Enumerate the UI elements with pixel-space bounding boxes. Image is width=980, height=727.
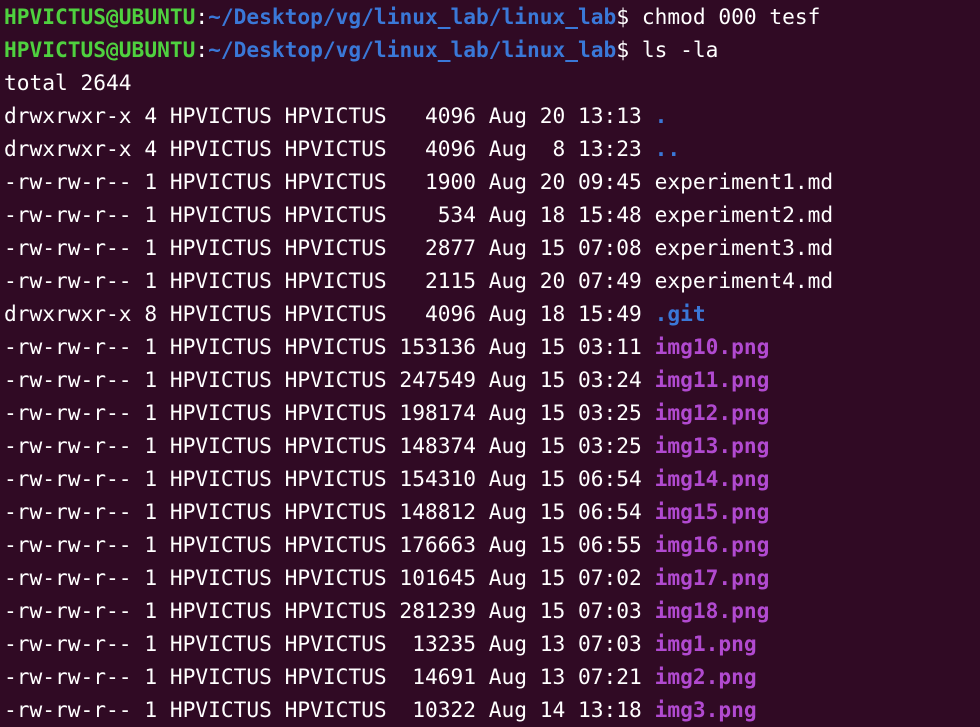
- terminal-window[interactable]: HPVICTUS@UBUNTU:~/Desktop/vg/linux_lab/l…: [0, 0, 980, 727]
- prompt-line: HPVICTUS@UBUNTU:~/Desktop/vg/linux_lab/l…: [4, 33, 980, 66]
- file-name: img15.png: [654, 499, 770, 524]
- prompt-path: ~/Desktop/vg/linux_lab/linux_lab: [208, 37, 617, 62]
- file-name: img16.png: [654, 532, 770, 557]
- prompt-user-host: HPVICTUS@UBUNTU: [4, 4, 196, 29]
- file-listing: drwxrwxr-x 4 HPVICTUS HPVICTUS 4096 Aug …: [4, 99, 980, 726]
- file-entry-row: -rw-rw-r-- 1 HPVICTUS HPVICTUS 153136 Au…: [4, 330, 980, 363]
- file-entry-row: drwxrwxr-x 4 HPVICTUS HPVICTUS 4096 Aug …: [4, 132, 980, 165]
- file-entry-row: -rw-rw-r-- 1 HPVICTUS HPVICTUS 1900 Aug …: [4, 165, 980, 198]
- file-name: img3.png: [654, 697, 757, 722]
- file-entry-row: -rw-rw-r-- 1 HPVICTUS HPVICTUS 148812 Au…: [4, 495, 980, 528]
- file-name: experiment4.md: [654, 268, 834, 293]
- file-metadata: -rw-rw-r-- 1 HPVICTUS HPVICTUS 14691 Aug…: [4, 664, 655, 689]
- file-entry-row: -rw-rw-r-- 1 HPVICTUS HPVICTUS 534 Aug 1…: [4, 198, 980, 231]
- file-name: img13.png: [654, 433, 770, 458]
- file-name: img11.png: [654, 367, 770, 392]
- file-metadata: -rw-rw-r-- 1 HPVICTUS HPVICTUS 2115 Aug …: [4, 268, 655, 293]
- file-name: .: [654, 103, 668, 128]
- prompt-colon: :: [195, 37, 209, 62]
- file-metadata: -rw-rw-r-- 1 HPVICTUS HPVICTUS 153136 Au…: [4, 334, 655, 359]
- file-name: .git: [654, 301, 706, 326]
- file-metadata: drwxrwxr-x 4 HPVICTUS HPVICTUS 4096 Aug …: [4, 103, 655, 128]
- file-metadata: -rw-rw-r-- 1 HPVICTUS HPVICTUS 148812 Au…: [4, 499, 655, 524]
- file-metadata: drwxrwxr-x 8 HPVICTUS HPVICTUS 4096 Aug …: [4, 301, 655, 326]
- command-text: ls -la: [629, 37, 719, 62]
- file-name: img17.png: [654, 565, 770, 590]
- file-entry-row: -rw-rw-r-- 1 HPVICTUS HPVICTUS 2877 Aug …: [4, 231, 980, 264]
- file-entry-row: drwxrwxr-x 8 HPVICTUS HPVICTUS 4096 Aug …: [4, 297, 980, 330]
- file-name: img1.png: [654, 631, 757, 656]
- file-name: img10.png: [654, 334, 770, 359]
- prompt-symbol: $: [616, 4, 630, 29]
- file-entry-row: -rw-rw-r-- 1 HPVICTUS HPVICTUS 13235 Aug…: [4, 627, 980, 660]
- file-entry-row: -rw-rw-r-- 1 HPVICTUS HPVICTUS 247549 Au…: [4, 363, 980, 396]
- total-line: total 2644: [4, 70, 132, 95]
- prompt-line: HPVICTUS@UBUNTU:~/Desktop/vg/linux_lab/l…: [4, 0, 980, 33]
- file-metadata: -rw-rw-r-- 1 HPVICTUS HPVICTUS 281239 Au…: [4, 598, 655, 623]
- file-entry-row: -rw-rw-r-- 1 HPVICTUS HPVICTUS 154310 Au…: [4, 462, 980, 495]
- file-entry-row: -rw-rw-r-- 1 HPVICTUS HPVICTUS 176663 Au…: [4, 528, 980, 561]
- file-metadata: -rw-rw-r-- 1 HPVICTUS HPVICTUS 1900 Aug …: [4, 169, 655, 194]
- file-metadata: -rw-rw-r-- 1 HPVICTUS HPVICTUS 101645 Au…: [4, 565, 655, 590]
- file-name: experiment3.md: [654, 235, 834, 260]
- file-metadata: -rw-rw-r-- 1 HPVICTUS HPVICTUS 148374 Au…: [4, 433, 655, 458]
- file-metadata: -rw-rw-r-- 1 HPVICTUS HPVICTUS 198174 Au…: [4, 400, 655, 425]
- file-name: img2.png: [654, 664, 757, 689]
- command-text: chmod 000 tesf: [629, 4, 821, 29]
- file-name: img14.png: [654, 466, 770, 491]
- file-entry-row: -rw-rw-r-- 1 HPVICTUS HPVICTUS 101645 Au…: [4, 561, 980, 594]
- file-metadata: -rw-rw-r-- 1 HPVICTUS HPVICTUS 2877 Aug …: [4, 235, 655, 260]
- file-entry-row: -rw-rw-r-- 1 HPVICTUS HPVICTUS 2115 Aug …: [4, 264, 980, 297]
- prompt-colon: :: [195, 4, 209, 29]
- file-name: experiment2.md: [654, 202, 834, 227]
- file-metadata: drwxrwxr-x 4 HPVICTUS HPVICTUS 4096 Aug …: [4, 136, 655, 161]
- file-name: img18.png: [654, 598, 770, 623]
- file-entry-row: -rw-rw-r-- 1 HPVICTUS HPVICTUS 14691 Aug…: [4, 660, 980, 693]
- prompt-path: ~/Desktop/vg/linux_lab/linux_lab: [208, 4, 617, 29]
- prompt-user-host: HPVICTUS@UBUNTU: [4, 37, 196, 62]
- file-metadata: -rw-rw-r-- 1 HPVICTUS HPVICTUS 176663 Au…: [4, 532, 655, 557]
- file-name: experiment1.md: [654, 169, 834, 194]
- file-entry-row: -rw-rw-r-- 1 HPVICTUS HPVICTUS 148374 Au…: [4, 429, 980, 462]
- file-entry-row: drwxrwxr-x 4 HPVICTUS HPVICTUS 4096 Aug …: [4, 99, 980, 132]
- prompt-symbol: $: [616, 37, 630, 62]
- file-entry-row: -rw-rw-r-- 1 HPVICTUS HPVICTUS 281239 Au…: [4, 594, 980, 627]
- file-name: img12.png: [654, 400, 770, 425]
- file-entry-row: -rw-rw-r-- 1 HPVICTUS HPVICTUS 10322 Aug…: [4, 693, 980, 726]
- file-metadata: -rw-rw-r-- 1 HPVICTUS HPVICTUS 247549 Au…: [4, 367, 655, 392]
- file-entry-row: -rw-rw-r-- 1 HPVICTUS HPVICTUS 198174 Au…: [4, 396, 980, 429]
- file-name: ..: [654, 136, 681, 161]
- file-metadata: -rw-rw-r-- 1 HPVICTUS HPVICTUS 154310 Au…: [4, 466, 655, 491]
- file-metadata: -rw-rw-r-- 1 HPVICTUS HPVICTUS 10322 Aug…: [4, 697, 655, 722]
- file-metadata: -rw-rw-r-- 1 HPVICTUS HPVICTUS 534 Aug 1…: [4, 202, 655, 227]
- file-metadata: -rw-rw-r-- 1 HPVICTUS HPVICTUS 13235 Aug…: [4, 631, 655, 656]
